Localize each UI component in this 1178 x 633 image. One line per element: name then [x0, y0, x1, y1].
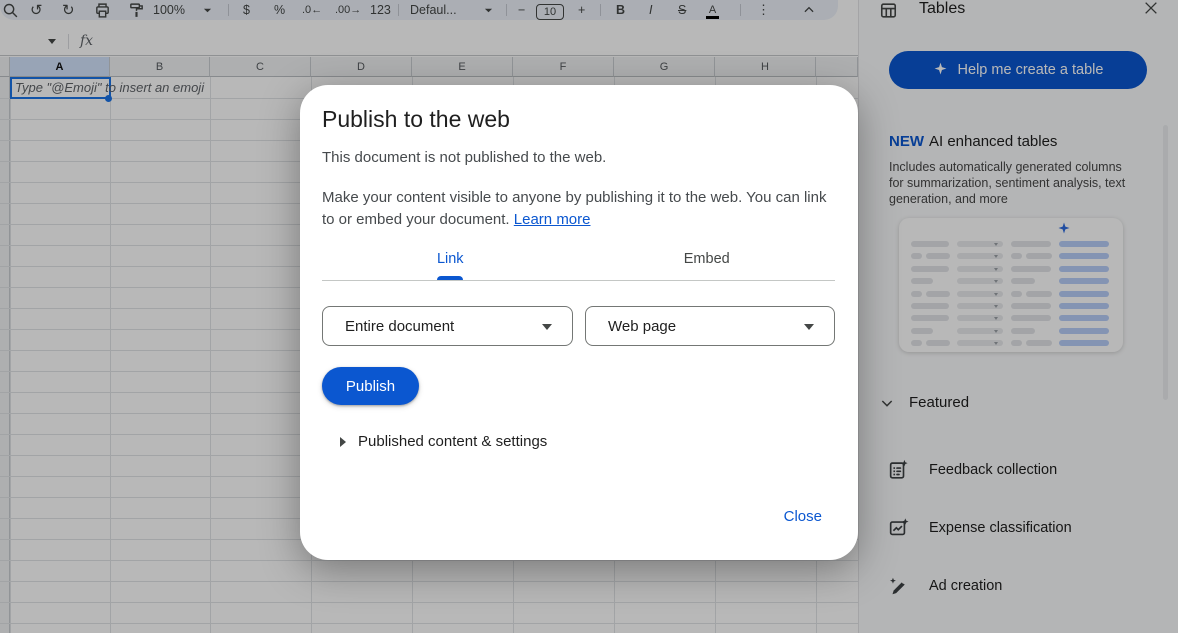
tab-link[interactable]: Link	[322, 237, 579, 280]
google-sheets-app: ↺ ↻ 100% $ % .0← .00→ 123 Defaul... − 10…	[0, 0, 1178, 633]
chevron-down-icon	[804, 324, 814, 330]
publish-dialog: Publish to the web This document is not …	[300, 85, 858, 560]
publish-button[interactable]: Publish	[322, 367, 419, 405]
tabs-divider	[322, 280, 835, 281]
learn-more-link[interactable]: Learn more	[514, 211, 591, 228]
publish-status-text: This document is not published to the we…	[322, 149, 606, 166]
close-dialog-button[interactable]: Close	[784, 508, 822, 525]
dialog-title: Publish to the web	[322, 106, 510, 133]
disclosure-triangle-icon	[340, 437, 346, 447]
published-content-settings-disclosure[interactable]: Published content & settings	[340, 433, 547, 450]
publish-description: Make your content visible to anyone by p…	[322, 187, 828, 230]
publish-format-dropdown[interactable]: Web page	[585, 306, 835, 346]
publish-scope-dropdown[interactable]: Entire document	[322, 306, 573, 346]
tab-embed[interactable]: Embed	[579, 237, 836, 280]
publish-tabs: Link Embed	[322, 237, 835, 280]
chevron-down-icon	[542, 324, 552, 330]
